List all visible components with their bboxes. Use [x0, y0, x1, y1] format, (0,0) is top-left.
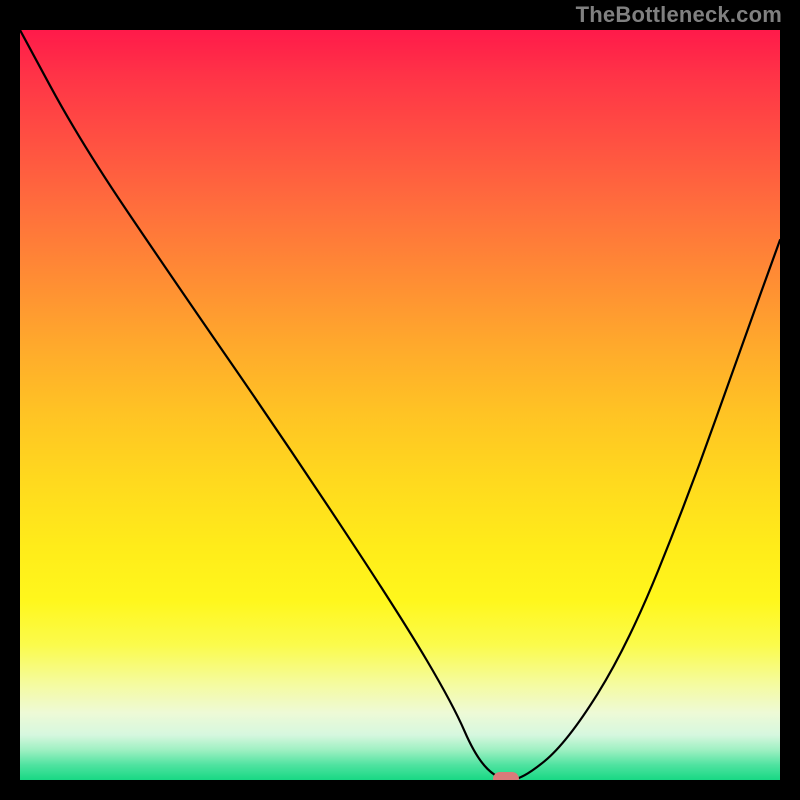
chart-container: TheBottleneck.com	[0, 0, 800, 800]
plot-area	[20, 30, 780, 780]
watermark-text: TheBottleneck.com	[576, 2, 782, 28]
optimal-marker	[493, 772, 519, 780]
curve-path	[20, 30, 780, 780]
bottleneck-curve	[20, 30, 780, 780]
